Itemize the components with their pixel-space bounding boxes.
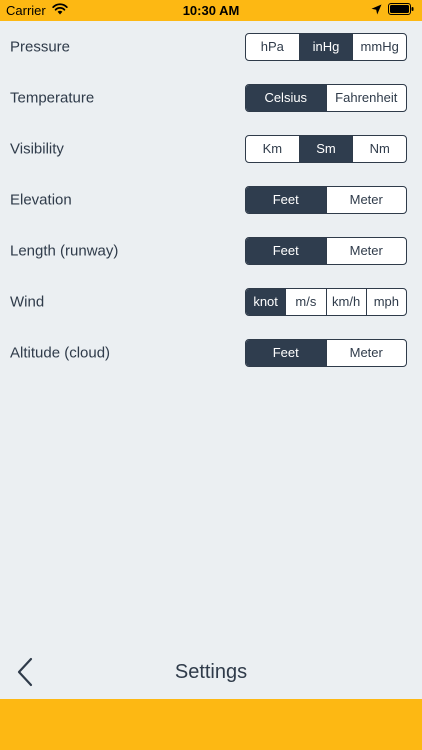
setting-row: Temperature Celsius Fahrenheit bbox=[0, 72, 422, 123]
setting-label: Elevation bbox=[10, 191, 72, 208]
unit-option[interactable]: Meter bbox=[325, 186, 407, 213]
unit-segmented-control: knot m/s km/h mph bbox=[245, 287, 407, 316]
unit-option[interactable]: Nm bbox=[352, 135, 406, 162]
unit-option[interactable]: km/h bbox=[325, 288, 366, 315]
unit-segmented-control: Celsius Fahrenheit bbox=[245, 83, 407, 112]
unit-segmented-control: Feet Meter bbox=[245, 185, 407, 214]
setting-label: Pressure bbox=[10, 38, 71, 55]
status-right bbox=[371, 3, 414, 18]
unit-option[interactable]: inHg bbox=[298, 33, 353, 60]
unit-option[interactable]: Fahrenheit bbox=[325, 84, 407, 111]
status-time: 10:30 AM bbox=[182, 3, 240, 18]
unit-segmented-control: Feet Meter bbox=[245, 236, 407, 265]
setting-row: Length (runway) Feet Meter bbox=[0, 225, 422, 276]
setting-row: Wind knot m/s km/h mph bbox=[0, 276, 422, 327]
unit-segmented-control: hPa inHg mmHg bbox=[245, 32, 407, 61]
unit-option[interactable]: Feet bbox=[246, 237, 326, 264]
setting-label: Altitude (cloud) bbox=[10, 344, 111, 361]
battery-icon bbox=[388, 3, 414, 18]
unit-option[interactable]: Celsius bbox=[246, 84, 326, 111]
bottom-bar bbox=[0, 699, 422, 750]
unit-option[interactable]: Feet bbox=[246, 339, 326, 366]
unit-option[interactable]: m/s bbox=[285, 288, 325, 315]
setting-label: Length (runway) bbox=[10, 242, 119, 259]
setting-row: Visibility Km Sm Nm bbox=[0, 123, 422, 174]
unit-option[interactable]: Sm bbox=[298, 135, 353, 162]
status-bar: Carrier 10:30 AM bbox=[0, 0, 422, 21]
unit-option[interactable]: mmHg bbox=[352, 33, 406, 60]
setting-label: Temperature bbox=[10, 89, 95, 106]
unit-option[interactable]: Km bbox=[246, 136, 299, 162]
unit-segmented-control: Feet Meter bbox=[245, 338, 407, 367]
unit-segmented-control: Km Sm Nm bbox=[245, 134, 407, 163]
bottom-navigation: Settings bbox=[0, 640, 422, 700]
unit-option[interactable]: knot bbox=[246, 288, 286, 315]
setting-label: Wind bbox=[10, 293, 45, 310]
setting-row: Altitude (cloud) Feet Meter bbox=[0, 327, 422, 378]
unit-option[interactable]: Meter bbox=[325, 237, 407, 264]
setting-label: Visibility bbox=[10, 140, 64, 157]
location-arrow-icon bbox=[371, 3, 382, 18]
setting-row: Elevation Feet Meter bbox=[0, 174, 422, 225]
unit-option[interactable]: Meter bbox=[325, 339, 407, 366]
unit-option[interactable]: hPa bbox=[246, 34, 299, 60]
page-title: Settings bbox=[174, 661, 248, 683]
setting-row: Pressure hPa inHg mmHg bbox=[0, 21, 422, 72]
unit-option[interactable]: Feet bbox=[246, 186, 326, 213]
unit-option[interactable]: mph bbox=[365, 288, 406, 315]
